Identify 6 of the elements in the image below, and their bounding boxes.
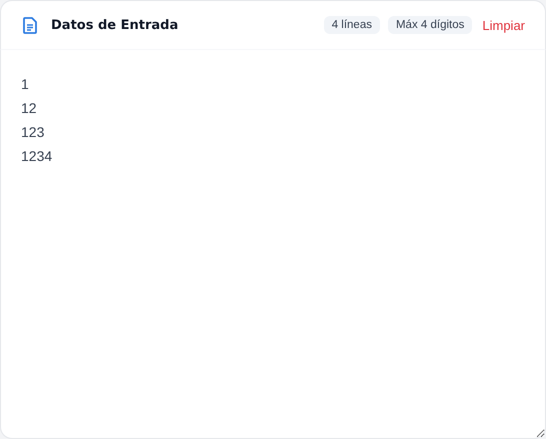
clear-button[interactable]: Limpiar [482, 18, 525, 32]
document-icon [23, 16, 37, 34]
panel-title: Datos de Entrada [51, 18, 180, 32]
info-badge: 4 líneas [324, 16, 380, 34]
info-badge: Máx 4 dígitos [388, 16, 472, 34]
input-field[interactable]: 1 12 123 1234 [0, 50, 546, 439]
